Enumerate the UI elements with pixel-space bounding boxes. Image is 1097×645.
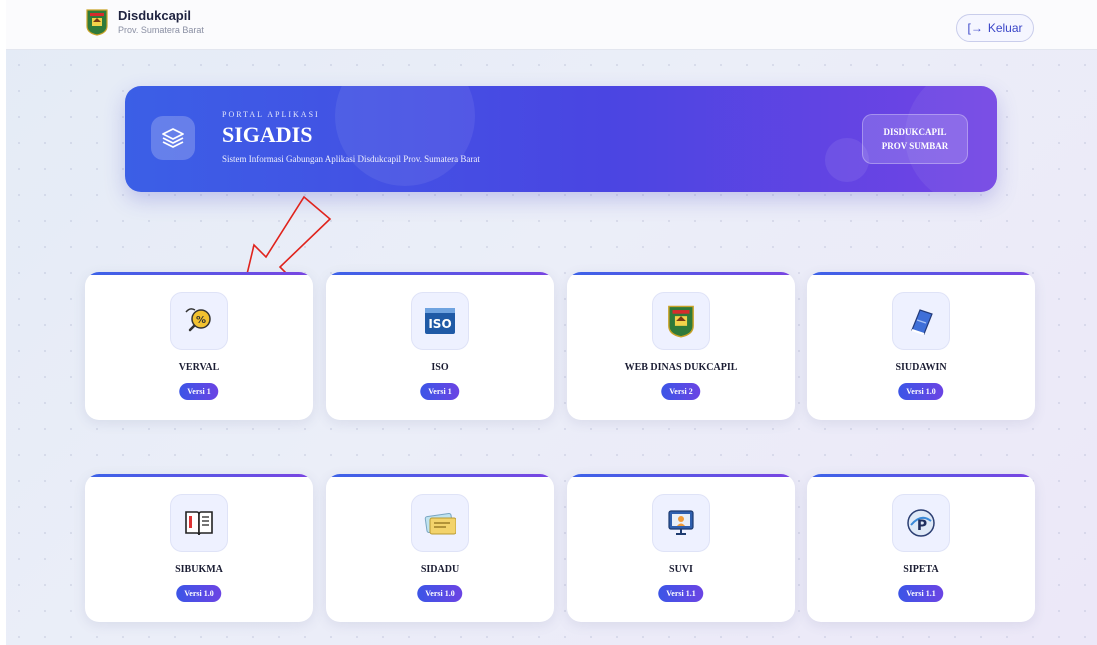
- version-badge: Versi 1.0: [176, 585, 222, 602]
- open-book-icon: [170, 494, 228, 552]
- app-title: SIPETA: [903, 564, 939, 575]
- hero-badge-line1: DISDUKCAPIL: [883, 127, 947, 137]
- app-title: WEB DINAS DUKCAPIL: [624, 362, 738, 373]
- version-badge: Versi 1.0: [417, 585, 463, 602]
- monitor-icon: [652, 494, 710, 552]
- logout-icon: [→: [967, 21, 983, 35]
- version-badge: Versi 1.0: [898, 383, 944, 400]
- hero-badge-line2: PROV SUMBAR: [881, 141, 949, 151]
- hero-subtitle: Sistem Informasi Gabungan Aplikasi Disdu…: [222, 154, 480, 164]
- app-card-web-dinas-dukcapil[interactable]: WEB DINAS DUKCAPIL Versi 2: [567, 272, 795, 420]
- svg-text:ISO: ISO: [428, 317, 451, 331]
- app-title: SIDADU: [420, 564, 460, 575]
- version-badge: Versi 1: [420, 383, 460, 400]
- page-background: Disdukcapil Prov. Sumatera Barat [→ Kelu…: [6, 0, 1097, 645]
- app-card-sipeta[interactable]: P SIPETA Versi 1.1: [807, 474, 1035, 622]
- book-icon: [892, 292, 950, 350]
- app-card-sidadu[interactable]: SIDADU Versi 1.0: [326, 474, 554, 622]
- app-card-sibukma[interactable]: SIBUKMA Versi 1.0: [85, 474, 313, 622]
- verval-icon: %: [170, 292, 228, 350]
- svg-text:%: %: [196, 315, 206, 326]
- app-card-verval[interactable]: % VERVAL Versi 1: [85, 272, 313, 420]
- version-badge: Versi 1.1: [658, 585, 704, 602]
- app-title: SUVI: [669, 564, 693, 575]
- version-badge: Versi 2: [661, 383, 701, 400]
- app-title: VERVAL: [178, 362, 220, 373]
- version-badge: Versi 1: [179, 383, 219, 400]
- hero-title: SIGADIS: [222, 122, 313, 147]
- brand-subtitle: Prov. Sumatera Barat: [118, 25, 204, 35]
- iso-icon: ISO: [411, 292, 469, 350]
- province-logo-icon: [86, 8, 108, 36]
- logout-button[interactable]: [→ Keluar: [956, 14, 1034, 42]
- logout-label: Keluar: [987, 21, 1023, 35]
- province-emblem-icon: [652, 292, 710, 350]
- app-title: SIUDAWIN: [895, 362, 947, 373]
- app-card-iso[interactable]: ISO ISO Versi 1: [326, 272, 554, 420]
- app-card-suvi[interactable]: SUVI Versi 1.1: [567, 474, 795, 622]
- sipeta-icon: P: [892, 494, 950, 552]
- hero-eyebrow: PORTAL APLIKASI: [222, 110, 320, 119]
- svg-text:P: P: [917, 518, 927, 534]
- hero-badge: DISDUKCAPIL PROV SUMBAR: [862, 114, 968, 164]
- app-title: ISO: [431, 362, 449, 373]
- brand-name: Disdukcapil: [118, 8, 191, 23]
- app-title: SIBUKMA: [175, 564, 223, 575]
- portal-hero-banner: PORTAL APLIKASI SIGADIS Sistem Informasi…: [125, 86, 997, 192]
- id-card-icon: [411, 494, 469, 552]
- top-navbar: Disdukcapil Prov. Sumatera Barat [→ Kelu…: [6, 0, 1097, 50]
- version-badge: Versi 1.1: [898, 585, 944, 602]
- app-card-siudawin[interactable]: SIUDAWIN Versi 1.0: [807, 272, 1035, 420]
- layers-icon: [151, 116, 195, 160]
